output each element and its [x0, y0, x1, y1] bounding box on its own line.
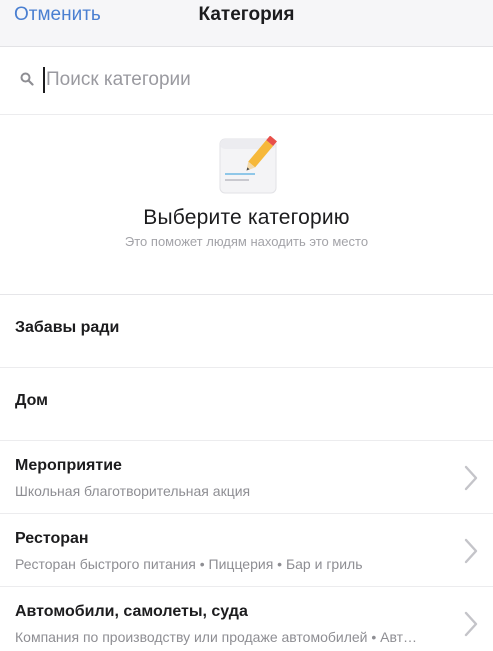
hero-subtitle: Это поможет людям находить это место — [124, 234, 369, 249]
category-title: Ресторан — [15, 530, 89, 547]
page-title: Категория — [198, 4, 295, 25]
category-subtitle: Школьная благотворительная акция — [15, 483, 251, 499]
category-list: Забавы ради Дом Мероприятие Школьная бла… — [0, 295, 493, 651]
search-input[interactable] — [46, 65, 466, 95]
category-picker-screen: Отменить Категория Поиск категории Выбер… — [0, 0, 493, 651]
category-item-home[interactable]: Дом — [0, 368, 493, 441]
hero-title: Выберите категорию — [143, 206, 350, 229]
category-item-event[interactable]: Мероприятие Школьная благотворительная а… — [0, 441, 493, 514]
category-title: Забавы ради — [15, 319, 120, 336]
category-title: Дом — [15, 392, 48, 409]
chevron-right-icon — [464, 465, 478, 491]
category-item-fun[interactable]: Забавы ради — [0, 295, 493, 368]
search-icon — [20, 72, 34, 86]
category-title: Мероприятие — [15, 457, 122, 474]
chevron-right-icon — [464, 611, 478, 637]
category-item-vehicles[interactable]: Автомобили, самолеты, суда Компания по п… — [0, 587, 493, 651]
category-title: Автомобили, самолеты, суда — [15, 603, 248, 620]
chevron-right-icon — [464, 538, 478, 564]
empty-state-header: Выберите категорию Это поможет людям нах… — [0, 115, 493, 295]
text-cursor — [43, 67, 45, 93]
search-bar[interactable] — [0, 47, 493, 115]
pencil-paper-icon — [219, 135, 281, 196]
category-item-restaurant[interactable]: Ресторан Ресторан быстрого питания • Пиц… — [0, 514, 493, 587]
category-subtitle: Компания по производству или продаже авт… — [15, 629, 418, 645]
category-subtitle: Ресторан быстрого питания • Пиццерия • Б… — [15, 556, 363, 572]
navigation-bar: Отменить Категория — [0, 0, 493, 47]
